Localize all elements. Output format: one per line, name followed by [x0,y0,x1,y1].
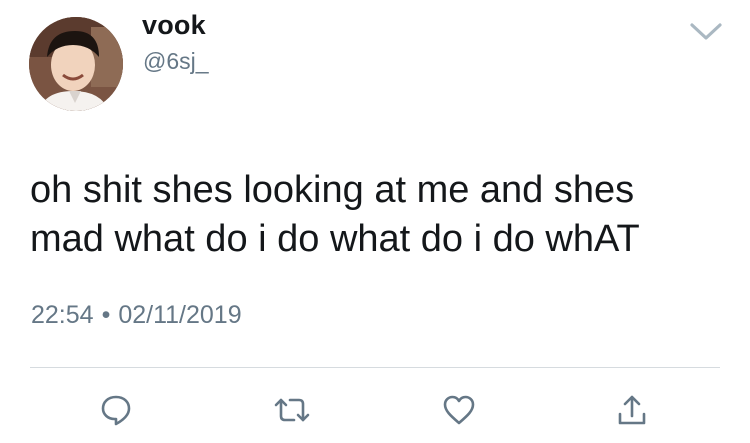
like-button[interactable] [441,392,477,428]
author-handle[interactable]: @6sj_ [143,48,209,75]
tweet-time: 22:54 [31,301,94,329]
share-icon [618,395,646,425]
tweet-card: vook @6sj_ oh shit shes looking at me an… [0,0,750,443]
tweet-timestamp[interactable]: 22:54 • 02/11/2019 [31,301,242,330]
meta-separator: • [101,301,111,329]
tweet-text: oh shit shes looking at me and shes mad … [30,169,640,260]
divider [30,367,720,368]
author-name[interactable]: vook [142,10,206,41]
avatar[interactable] [29,17,123,111]
retweet-button[interactable] [272,392,310,428]
reply-button[interactable] [98,392,134,428]
avatar-photo [29,17,123,111]
share-button[interactable] [614,392,650,428]
tweet-date: 02/11/2019 [118,301,242,329]
chevron-down-icon[interactable] [689,21,723,43]
reply-icon [101,395,131,426]
retweet-icon [274,398,310,422]
heart-icon [443,395,475,425]
